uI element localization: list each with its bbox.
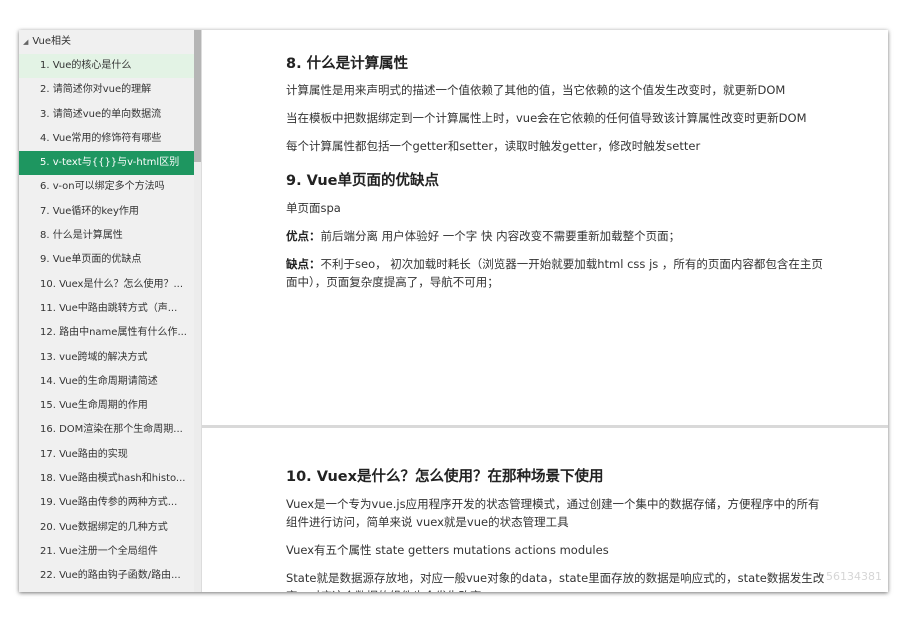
toc-item[interactable]: 12. 路由中name属性有什么作... [19, 321, 194, 345]
toc-item[interactable]: 5. v-text与{{}}与v-html区别 [19, 151, 194, 176]
pros-text: 前后端分离 用户体验好 一个字 快 内容改变不需要重新加载整个页面； [320, 229, 681, 243]
toc-item[interactable]: 7. Vue循环的key作用 [19, 200, 194, 224]
toc-item[interactable]: 17. Vue路由的实现 [19, 443, 194, 467]
toc-item[interactable]: 19. Vue路由传参的两种方式... [19, 491, 194, 515]
toc-list: 1. Vue的核心是什么 2. 请简述你对vue的理解 3. 请简述vue的单向数据… [19, 54, 194, 589]
toc-item[interactable]: 15. Vue生命周期的作用 [19, 394, 194, 418]
toc-item[interactable]: 4. Vue常用的修饰符有哪些 [19, 127, 194, 151]
toc-item[interactable]: 21. Vue注册一个全局组件 [19, 540, 194, 564]
section-8-paragraph: 每个计算属性都包括一个getter和setter，读取时触发getter，修改时… [286, 139, 701, 153]
toc-item[interactable]: 3. 请简述vue的单向数据流 [19, 103, 194, 127]
section-10-paragraph: Vuex是一个专为vue.js应用程序开发的状态管理模式，通过创建一个集中的数据… [286, 497, 820, 529]
section-9-paragraph: 单页面spa [286, 201, 341, 215]
cons-label: 缺点： [286, 257, 321, 271]
section-8-paragraph: 当在模板中把数据绑定到一个计算属性上时，vue会在它依赖的任何值导致该计算属性改… [286, 111, 807, 125]
section-10-paragraph: State就是数据源存放地，对应一般vue对象的data，state里面存放的数… [286, 571, 825, 592]
section-9-pros: 优点：前后端分离 用户体验好 一个字 快 内容改变不需要重新加载整个页面； [286, 227, 826, 245]
section-10-paragraph: Vuex有五个属性 state getters mutations action… [286, 543, 609, 557]
document-content: 8. 什么是计算属性 计算属性是用来声明式的描述一个值依赖了其他的值，当它依赖的… [202, 30, 888, 592]
scrollbar-thumb[interactable] [194, 30, 201, 162]
section-8-paragraph: 计算属性是用来声明式的描述一个值依赖了其他的值，当它依赖的这个值发生改变时，就更… [286, 83, 786, 97]
watermark: 56134381 [826, 570, 882, 583]
sidebar-scrollbar[interactable] [194, 30, 201, 592]
pros-label: 优点： [286, 229, 321, 243]
toc-item[interactable]: 13. vue跨域的解决方式 [19, 346, 194, 370]
toc-item[interactable]: 18. Vue路由模式hash和histo... [19, 467, 194, 491]
app-window: ◢ Vue相关 1. Vue的核心是什么 2. 请简述你对vue的理解 3. 请简述… [19, 30, 888, 592]
toc-item[interactable]: 11. Vue中路由跳转方式（声... [19, 297, 194, 321]
toc-item[interactable]: 20. Vue数据绑定的几种方式 [19, 516, 194, 540]
toc-group-header[interactable]: ◢ Vue相关 [19, 30, 194, 54]
toc-item[interactable]: 9. Vue单页面的优缺点 [19, 248, 194, 272]
toc-group-label: Vue相关 [32, 36, 72, 47]
toc-item[interactable]: 14. Vue的生命周期请简述 [19, 370, 194, 394]
toc-item[interactable]: 6. v-on可以绑定多个方法吗 [19, 175, 194, 199]
caret-down-icon[interactable]: ◢ [23, 30, 28, 54]
cons-text: 不利于seo， 初次加载时耗长（浏览器一开始就要加载html css js ，所… [286, 257, 823, 289]
sidebar-toc: ◢ Vue相关 1. Vue的核心是什么 2. 请简述你对vue的理解 3. 请简述… [19, 30, 194, 592]
section-10-title: 10. Vuex是什么？怎么使用？在那种场景下使用 [286, 469, 604, 485]
toc-item[interactable]: 8. 什么是计算属性 [19, 224, 194, 248]
toc-item[interactable]: 16. DOM渲染在那个生命周期... [19, 418, 194, 442]
section-9-cons: 缺点：不利于seo， 初次加载时耗长（浏览器一开始就要加载html css js… [286, 255, 826, 291]
page-break [202, 425, 888, 428]
toc-item[interactable]: 1. Vue的核心是什么 [19, 54, 194, 79]
toc-item[interactable]: 10. Vuex是什么？怎么使用？... [19, 273, 194, 297]
toc-item[interactable]: 22. Vue的路由钩子函数/路由... [19, 564, 194, 588]
toc-item[interactable]: 2. 请简述你对vue的理解 [19, 78, 194, 102]
section-8-title: 8. 什么是计算属性 [286, 56, 409, 72]
section-9-title: 9. Vue单页面的优缺点 [286, 173, 440, 189]
